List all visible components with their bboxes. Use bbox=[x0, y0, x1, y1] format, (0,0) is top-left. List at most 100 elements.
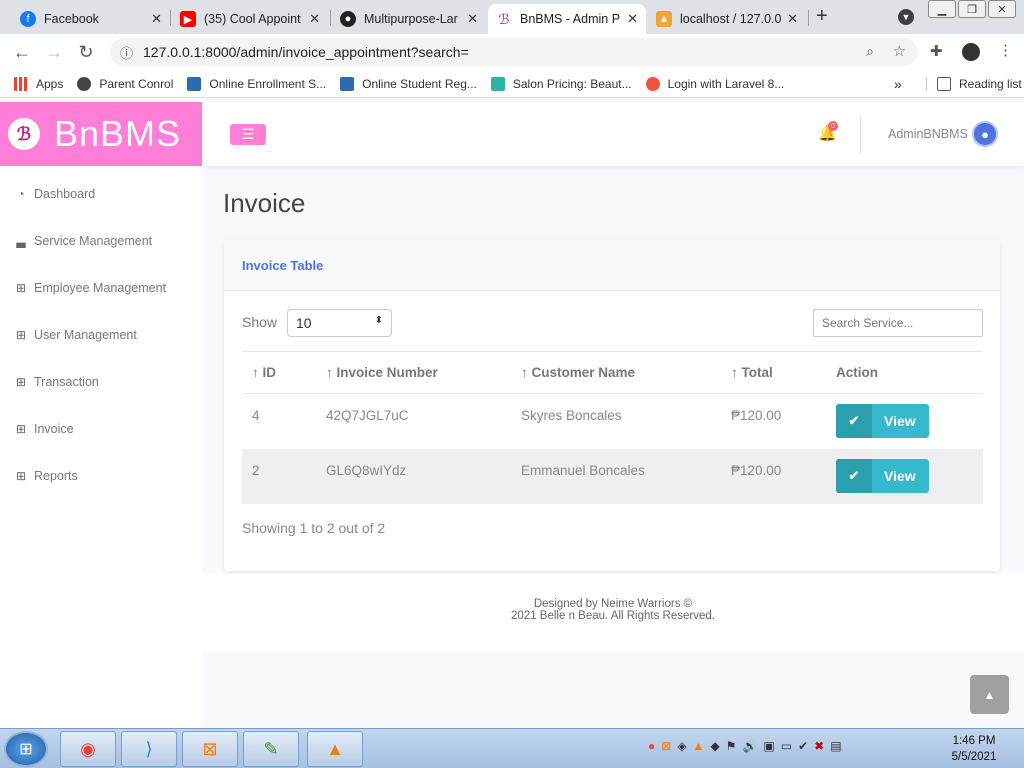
phpmyadmin-icon: ▲ bbox=[656, 11, 672, 27]
brand[interactable]: ℬ BnBMS bbox=[0, 102, 202, 166]
apps-icon bbox=[14, 76, 28, 91]
bookmark-salon-pricing[interactable]: Salon Pricing: Beaut... bbox=[490, 76, 632, 91]
bookmark-online-student[interactable]: Online Student Reg... bbox=[340, 76, 477, 91]
bnbms-icon: ℬ bbox=[496, 11, 512, 27]
username[interactable]: AdminBNBMS bbox=[888, 127, 968, 141]
sort-up-icon: ↑ bbox=[521, 365, 532, 380]
sidebar-item-user-management[interactable]: ⊞ User Management bbox=[0, 311, 202, 358]
maximize-icon[interactable]: ❐ bbox=[958, 0, 986, 18]
tray-alert-icon[interactable]: ✖ bbox=[814, 739, 824, 753]
new-tab-button[interactable]: + bbox=[816, 5, 828, 28]
extensions-icon[interactable]: ✚ bbox=[930, 42, 943, 60]
tray-battery-icon[interactable]: ▭ bbox=[781, 739, 792, 753]
forward-icon[interactable]: → bbox=[38, 42, 70, 63]
close-icon[interactable]: ✕ bbox=[467, 11, 478, 27]
tab-bnbms[interactable]: ℬ BnBMS - Admin P ✕ bbox=[488, 4, 646, 34]
bookmark-label: Apps bbox=[36, 76, 64, 91]
column-header-customer-name[interactable]: ↑ Customer Name bbox=[521, 351, 731, 394]
site-info-icon[interactable]: ⓘ bbox=[120, 43, 133, 62]
close-window-icon[interactable]: ✕ bbox=[988, 0, 1016, 18]
view-button[interactable]: ✔ View bbox=[836, 404, 929, 438]
window-controls: ▁ ❐ ✕ bbox=[926, 0, 1016, 18]
column-header-id[interactable]: ↑ ID bbox=[242, 351, 326, 394]
tab-facebook[interactable]: f Facebook ✕ bbox=[12, 4, 170, 34]
column-label: Total bbox=[741, 365, 773, 380]
sidebar-item-reports[interactable]: ⊞ Reports bbox=[0, 452, 202, 499]
notification-badge: 0 bbox=[828, 121, 838, 131]
close-icon[interactable]: ✕ bbox=[787, 11, 798, 27]
sidebar-item-employee-management[interactable]: ⊞ Employee Management bbox=[0, 264, 202, 311]
zoom-icon[interactable]: ⌕ bbox=[866, 43, 874, 60]
sidebar-item-dashboard[interactable]: ◔ Dashboard bbox=[0, 170, 202, 217]
taskbar-chrome[interactable]: ◉ bbox=[60, 731, 116, 767]
view-button[interactable]: ✔ View bbox=[836, 458, 929, 493]
bookmark-star-icon[interactable]: ☆ bbox=[893, 42, 906, 60]
table-icon: ⊞ bbox=[15, 327, 27, 342]
tray-xampp-icon[interactable]: ⊠ bbox=[661, 739, 671, 753]
tab-github[interactable]: ● Multipurpose-Lar ✕ bbox=[332, 4, 486, 34]
tray-flag-icon[interactable]: ⚑ bbox=[726, 739, 737, 753]
notifications-button[interactable]: 🔔 0 bbox=[818, 121, 838, 142]
tab-youtube[interactable]: ▶ (35) Cool Appoint ✕ bbox=[172, 4, 328, 34]
url-bar[interactable]: ⓘ 127.0.0.1:8000/admin/invoice_appointme… bbox=[110, 38, 918, 66]
chevron-up-icon: ▲ bbox=[983, 687, 996, 702]
clock[interactable]: 1:46 PM 5/5/2021 bbox=[944, 733, 1004, 765]
tray-security-icon[interactable]: ✔ bbox=[798, 739, 808, 753]
url-text: 127.0.0.1:8000/admin/invoice_appointment… bbox=[143, 44, 469, 60]
tray-vlc-icon[interactable]: ▲ bbox=[693, 739, 705, 753]
taskbar-notepad[interactable]: ✎ bbox=[243, 731, 299, 767]
reading-list[interactable]: Reading list bbox=[926, 76, 1022, 91]
footer: Designed by Neime Warriors © 2021 Belle … bbox=[202, 598, 1024, 622]
profile-avatar[interactable] bbox=[960, 41, 982, 63]
clock-time: 1:46 PM bbox=[952, 735, 996, 747]
sidebar-item-transaction[interactable]: ⊞ Transaction bbox=[0, 358, 202, 405]
close-icon[interactable]: ✕ bbox=[627, 11, 638, 27]
brand-name: BnBMS bbox=[54, 113, 182, 154]
xampp-icon: ⊠ bbox=[202, 738, 218, 759]
tray-app-icon[interactable]: ● bbox=[648, 739, 655, 753]
sidebar-item-label: User Management bbox=[34, 327, 137, 342]
cell-total: ₱120.00 bbox=[731, 448, 836, 504]
back-icon[interactable]: ← bbox=[6, 42, 38, 63]
sidebar-toggle-button[interactable]: ☰ bbox=[230, 124, 266, 145]
close-icon[interactable]: ✕ bbox=[151, 11, 162, 27]
bookmarks-overflow-icon[interactable]: » bbox=[894, 76, 902, 92]
column-header-total[interactable]: ↑ Total bbox=[731, 351, 836, 394]
taskbar-xampp[interactable]: ⊠ bbox=[182, 731, 238, 767]
reload-icon[interactable]: ↻ bbox=[70, 42, 102, 63]
scroll-to-top-button[interactable]: ▲ bbox=[970, 675, 1009, 714]
sort-up-icon: ↑ bbox=[326, 365, 337, 380]
sort-up-icon: ↑ bbox=[731, 365, 742, 380]
sidebar-item-label: Service Management bbox=[34, 233, 153, 248]
bookmark-online-enrollment[interactable]: Online Enrollment S... bbox=[187, 76, 327, 91]
tab-phpmyadmin[interactable]: ▲ localhost / 127.0.0 ✕ bbox=[648, 4, 806, 34]
sidebar-item-invoice[interactable]: ⊞ Invoice bbox=[0, 405, 202, 452]
minimize-icon[interactable]: ▁ bbox=[928, 0, 956, 18]
bookmark-label: Online Enrollment S... bbox=[209, 76, 327, 91]
chrome-icon: ◉ bbox=[80, 738, 96, 759]
bookmark-apps[interactable]: Apps bbox=[14, 76, 64, 91]
vscode-icon: ⟩ bbox=[145, 738, 153, 759]
address-bar-row: ← → ↻ ⓘ 127.0.0.1:8000/admin/invoice_app… bbox=[0, 34, 1024, 70]
column-header-invoice-number[interactable]: ↑ Invoice Number bbox=[326, 351, 521, 394]
start-button[interactable]: ⊞ bbox=[4, 731, 48, 767]
system-tray: ● ⊠ ◈ ▲ ◆ ⚑ 🔊 ▣ ▭ ✔ ✖ ▤ bbox=[648, 739, 848, 753]
tray-network-icon[interactable]: ◆ bbox=[710, 739, 719, 753]
taskbar-vscode[interactable]: ⟩ bbox=[121, 731, 177, 767]
close-icon[interactable]: ✕ bbox=[309, 11, 320, 27]
page-size-select[interactable]: 10 ⬍ bbox=[287, 309, 392, 337]
sidebar-item-service-management[interactable]: ▃ Service Management bbox=[0, 217, 202, 264]
tray-volume-icon[interactable]: 🔊 bbox=[742, 739, 757, 753]
tab-label: (35) Cool Appoint bbox=[204, 12, 301, 26]
search-input[interactable] bbox=[813, 309, 983, 337]
tab-search-icon[interactable]: ▼ bbox=[898, 9, 914, 25]
user-avatar[interactable]: ● bbox=[972, 121, 998, 147]
tray-shield-icon[interactable]: ◈ bbox=[677, 739, 686, 753]
menu-icon[interactable]: ⋮ bbox=[998, 41, 1013, 59]
taskbar-vlc[interactable]: ▲ bbox=[307, 731, 363, 767]
sidebar-item-label: Reports bbox=[34, 468, 78, 483]
tray-monitor-icon[interactable]: ▣ bbox=[763, 739, 774, 753]
bookmark-parent-control[interactable]: Parent Conrol bbox=[77, 76, 173, 91]
bookmark-laravel-login[interactable]: Login with Laravel 8... bbox=[645, 76, 784, 91]
tray-display-icon[interactable]: ▤ bbox=[830, 739, 841, 753]
